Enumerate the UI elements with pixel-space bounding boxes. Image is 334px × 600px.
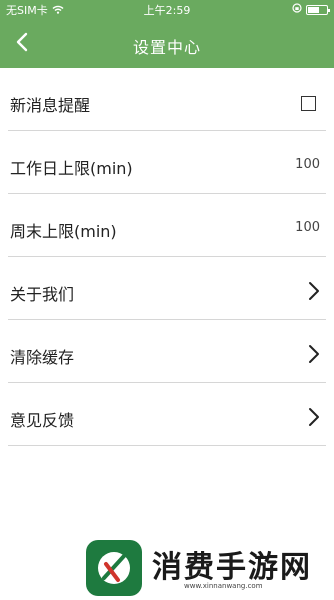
weekday-limit-value[interactable]: 100 — [295, 157, 320, 172]
setting-weekday-limit[interactable]: 工作日上限(min) 100 — [8, 131, 326, 194]
app-header: 无SIM卡 上午2:59 设置中心 — [0, 0, 334, 68]
watermark-text: 消费手游网 — [152, 550, 312, 585]
setting-new-message-alert[interactable]: 新消息提醒 — [8, 68, 326, 131]
setting-label: 周末上限(min) — [10, 222, 117, 241]
status-time: 上午2:59 — [143, 4, 191, 17]
battery-level — [308, 6, 319, 13]
nav-bar: 设置中心 — [0, 22, 334, 66]
watermark-logo — [86, 540, 142, 596]
setting-label: 清除缓存 — [10, 348, 75, 367]
setting-feedback[interactable]: 意见反馈 — [8, 383, 326, 446]
setting-label: 新消息提醒 — [10, 96, 91, 115]
setting-label: 工作日上限(min) — [10, 159, 133, 178]
watermark-url: www.xinnanwang.com — [184, 582, 263, 590]
status-right — [292, 3, 330, 16]
setting-label: 关于我们 — [10, 285, 75, 304]
settings-list: 新消息提醒 工作日上限(min) 100 周末上限(min) 100 关于我们 … — [0, 68, 334, 446]
setting-label: 意见反馈 — [10, 411, 75, 430]
new-message-checkbox[interactable] — [301, 96, 316, 111]
lock-rotation-icon — [292, 3, 302, 16]
weekend-limit-value[interactable]: 100 — [295, 220, 320, 235]
chevron-right-icon — [308, 407, 320, 427]
chevron-right-icon — [308, 281, 320, 301]
watermark: 消费手游网 www.xinnanwang.com — [86, 538, 330, 598]
chevron-right-icon — [308, 344, 320, 364]
setting-weekend-limit[interactable]: 周末上限(min) 100 — [8, 194, 326, 257]
setting-clear-cache[interactable]: 清除缓存 — [8, 320, 326, 383]
page-title: 设置中心 — [132, 38, 201, 57]
status-bar: 无SIM卡 上午2:59 — [0, 0, 334, 18]
setting-about-us[interactable]: 关于我们 — [8, 257, 326, 320]
battery-icon — [306, 4, 330, 15]
